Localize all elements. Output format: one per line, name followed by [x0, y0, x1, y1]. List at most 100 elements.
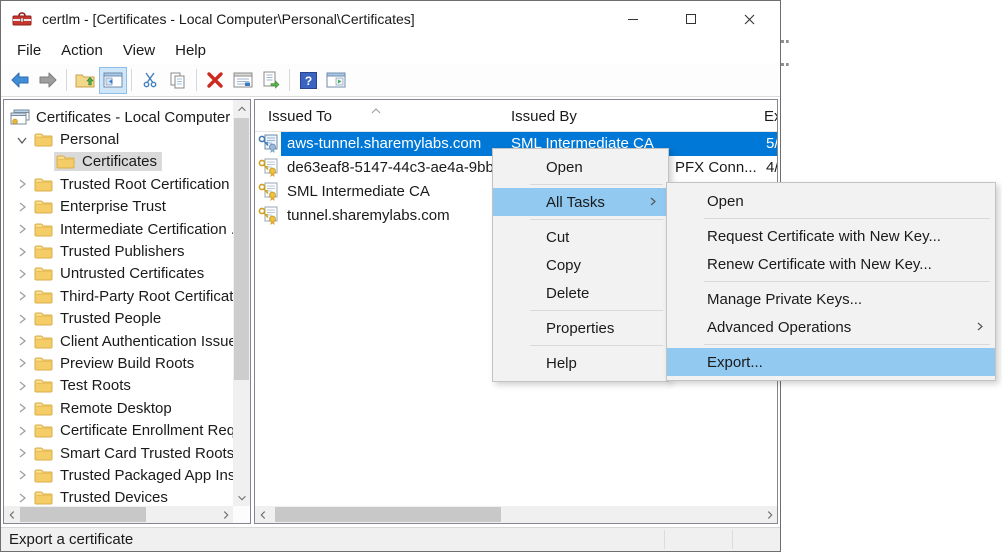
cell-issued-to: tunnel.sharemylabs.com [287, 207, 450, 224]
tree-item-trusted-root-certification[interactable]: Trusted Root Certification . [4, 173, 233, 195]
status-bar-separator [664, 530, 665, 549]
toolbar-forward-icon[interactable] [34, 67, 62, 94]
chevron-right-icon[interactable] [12, 334, 32, 348]
scroll-left-arrow-icon[interactable] [255, 507, 270, 522]
chevron-right-icon[interactable] [12, 468, 32, 482]
chevron-right-icon[interactable] [12, 267, 32, 281]
scroll-right-arrow-icon[interactable] [762, 507, 777, 522]
folder-icon [34, 356, 55, 371]
sort-ascending-indicator-icon [371, 101, 381, 118]
menu-separator [530, 184, 663, 185]
toolbar-back-icon[interactable] [6, 67, 34, 94]
column-header-issued-by[interactable]: Issued By [511, 108, 577, 125]
all-tasks-submenu-item-renew-certificate-with-new-key[interactable]: Renew Certificate with New Key... [667, 250, 995, 278]
menu-separator [704, 218, 990, 219]
chevron-right-icon[interactable] [12, 356, 32, 370]
context-menu-item-open[interactable]: Open [493, 153, 668, 181]
scroll-down-arrow-icon[interactable] [234, 490, 249, 505]
tree-item-personal[interactable]: Personal [4, 128, 233, 150]
tree-item-enterprise-trust[interactable]: Enterprise Trust [4, 196, 233, 218]
tree-item-remote-desktop[interactable]: Remote Desktop [4, 397, 233, 419]
tree-item-smart-card-trusted-roots[interactable]: Smart Card Trusted Roots [4, 442, 233, 464]
toolbar-help-icon[interactable]: ? [294, 67, 322, 94]
chevron-right-icon[interactable] [12, 177, 32, 191]
scroll-right-arrow-icon[interactable] [218, 507, 233, 522]
minimize-button[interactable] [604, 1, 662, 37]
scroll-left-arrow-icon[interactable] [4, 507, 19, 522]
menu-separator [530, 219, 663, 220]
tree-item-certificate-enrollment-req[interactable]: Certificate Enrollment Req [4, 419, 233, 441]
chevron-right-icon[interactable] [12, 446, 32, 460]
toolbar-copy-icon[interactable] [164, 67, 192, 94]
all-tasks-submenu-item-request-certificate-with-new-key[interactable]: Request Certificate with New Key... [667, 222, 995, 250]
tree-item-test-roots[interactable]: Test Roots [4, 375, 233, 397]
tree-item-trusted-devices[interactable]: Trusted Devices [4, 487, 233, 506]
toolbar-show-console-tree-icon[interactable] [99, 67, 127, 94]
tree-vscroll-thumb[interactable] [234, 118, 249, 380]
toolbar-cut-icon[interactable] [136, 67, 164, 94]
tree-item-trusted-people[interactable]: Trusted People [4, 308, 233, 330]
toolbar-show-action-pane-icon[interactable] [322, 67, 350, 94]
menu-view[interactable]: View [113, 40, 165, 61]
caption-buttons [604, 1, 778, 37]
all-tasks-submenu-item-manage-private-keys[interactable]: Manage Private Keys... [667, 285, 995, 313]
chevron-right-icon[interactable] [12, 200, 32, 214]
menu-help[interactable]: Help [165, 40, 216, 61]
context-menu-item-delete[interactable]: Delete [493, 279, 668, 307]
toolbar-up-one-level-icon[interactable] [71, 67, 99, 94]
tree-item-preview-build-roots[interactable]: Preview Build Roots [4, 352, 233, 374]
close-button[interactable] [720, 1, 778, 37]
chevron-right-icon[interactable] [12, 312, 32, 326]
folder-icon [56, 154, 77, 169]
context-menu-item-properties[interactable]: Properties [493, 314, 668, 342]
tree-item-client-authentication-issue[interactable]: Client Authentication Issue [4, 330, 233, 352]
folder-icon [34, 244, 55, 259]
chevron-right-icon[interactable] [12, 289, 32, 303]
tree-horizontal-scrollbar[interactable] [4, 506, 233, 523]
all-tasks-submenu-item-export[interactable]: Export... [667, 348, 995, 376]
toolbar-separator [289, 69, 290, 91]
toolbar-delete-icon[interactable] [201, 67, 229, 94]
column-header-expiration[interactable]: Ex [764, 108, 778, 125]
tree-item-third-party-root-certificat[interactable]: Third-Party Root Certificat [4, 285, 233, 307]
menu-item-label: Help [546, 355, 577, 372]
toolbar-separator [131, 69, 132, 91]
chevron-right-icon[interactable] [12, 245, 32, 259]
folder-icon [34, 199, 55, 214]
list-horizontal-scrollbar[interactable] [255, 506, 777, 523]
maximize-button[interactable] [662, 1, 720, 37]
tree-item-trusted-packaged-app-inst[interactable]: Trusted Packaged App Inst [4, 464, 233, 486]
chevron-right-icon[interactable] [12, 424, 32, 438]
chevron-right-icon[interactable] [12, 379, 32, 393]
tree-item-certificates-local-computer[interactable]: Certificates - Local Computer [4, 106, 233, 128]
menu-action[interactable]: Action [51, 40, 113, 61]
toolbar-export-list-icon[interactable] [257, 67, 285, 94]
chevron-right-icon[interactable] [12, 491, 32, 505]
tree-hscroll-thumb[interactable] [20, 507, 146, 522]
all-tasks-submenu-item-open[interactable]: Open [667, 187, 995, 215]
context-menu-item-help[interactable]: Help [493, 349, 668, 377]
window-title: certlm - [Certificates - Local Computer\… [42, 11, 415, 27]
tree-item-trusted-publishers[interactable]: Trusted Publishers [4, 240, 233, 262]
context-menu-item-all-tasks[interactable]: All Tasks [493, 188, 668, 216]
menu-bar: FileActionViewHelp [1, 37, 780, 64]
menu-item-label: Manage Private Keys... [707, 291, 862, 308]
folder-icon [34, 378, 55, 393]
status-bar-separator [732, 530, 733, 549]
tree-item-certificates[interactable]: Certificates [4, 151, 233, 173]
list-hscroll-thumb[interactable] [275, 507, 501, 522]
tree-item-untrusted-certificates[interactable]: Untrusted Certificates [4, 263, 233, 285]
chevron-right-icon[interactable] [12, 401, 32, 415]
tree-vertical-scrollbar[interactable] [233, 100, 250, 506]
chevron-down-icon[interactable] [12, 133, 32, 147]
chevron-right-icon[interactable] [12, 222, 32, 236]
certificate-icon [258, 158, 279, 182]
column-header-issued-to[interactable]: Issued To [268, 108, 332, 125]
all-tasks-submenu-item-advanced-operations[interactable]: Advanced Operations [667, 313, 995, 341]
tree-item-intermediate-certification[interactable]: Intermediate Certification . [4, 218, 233, 240]
context-menu-item-copy[interactable]: Copy [493, 251, 668, 279]
context-menu-item-cut[interactable]: Cut [493, 223, 668, 251]
scroll-up-arrow-icon[interactable] [234, 101, 249, 116]
toolbar-properties-icon[interactable] [229, 67, 257, 94]
menu-file[interactable]: File [7, 40, 51, 61]
